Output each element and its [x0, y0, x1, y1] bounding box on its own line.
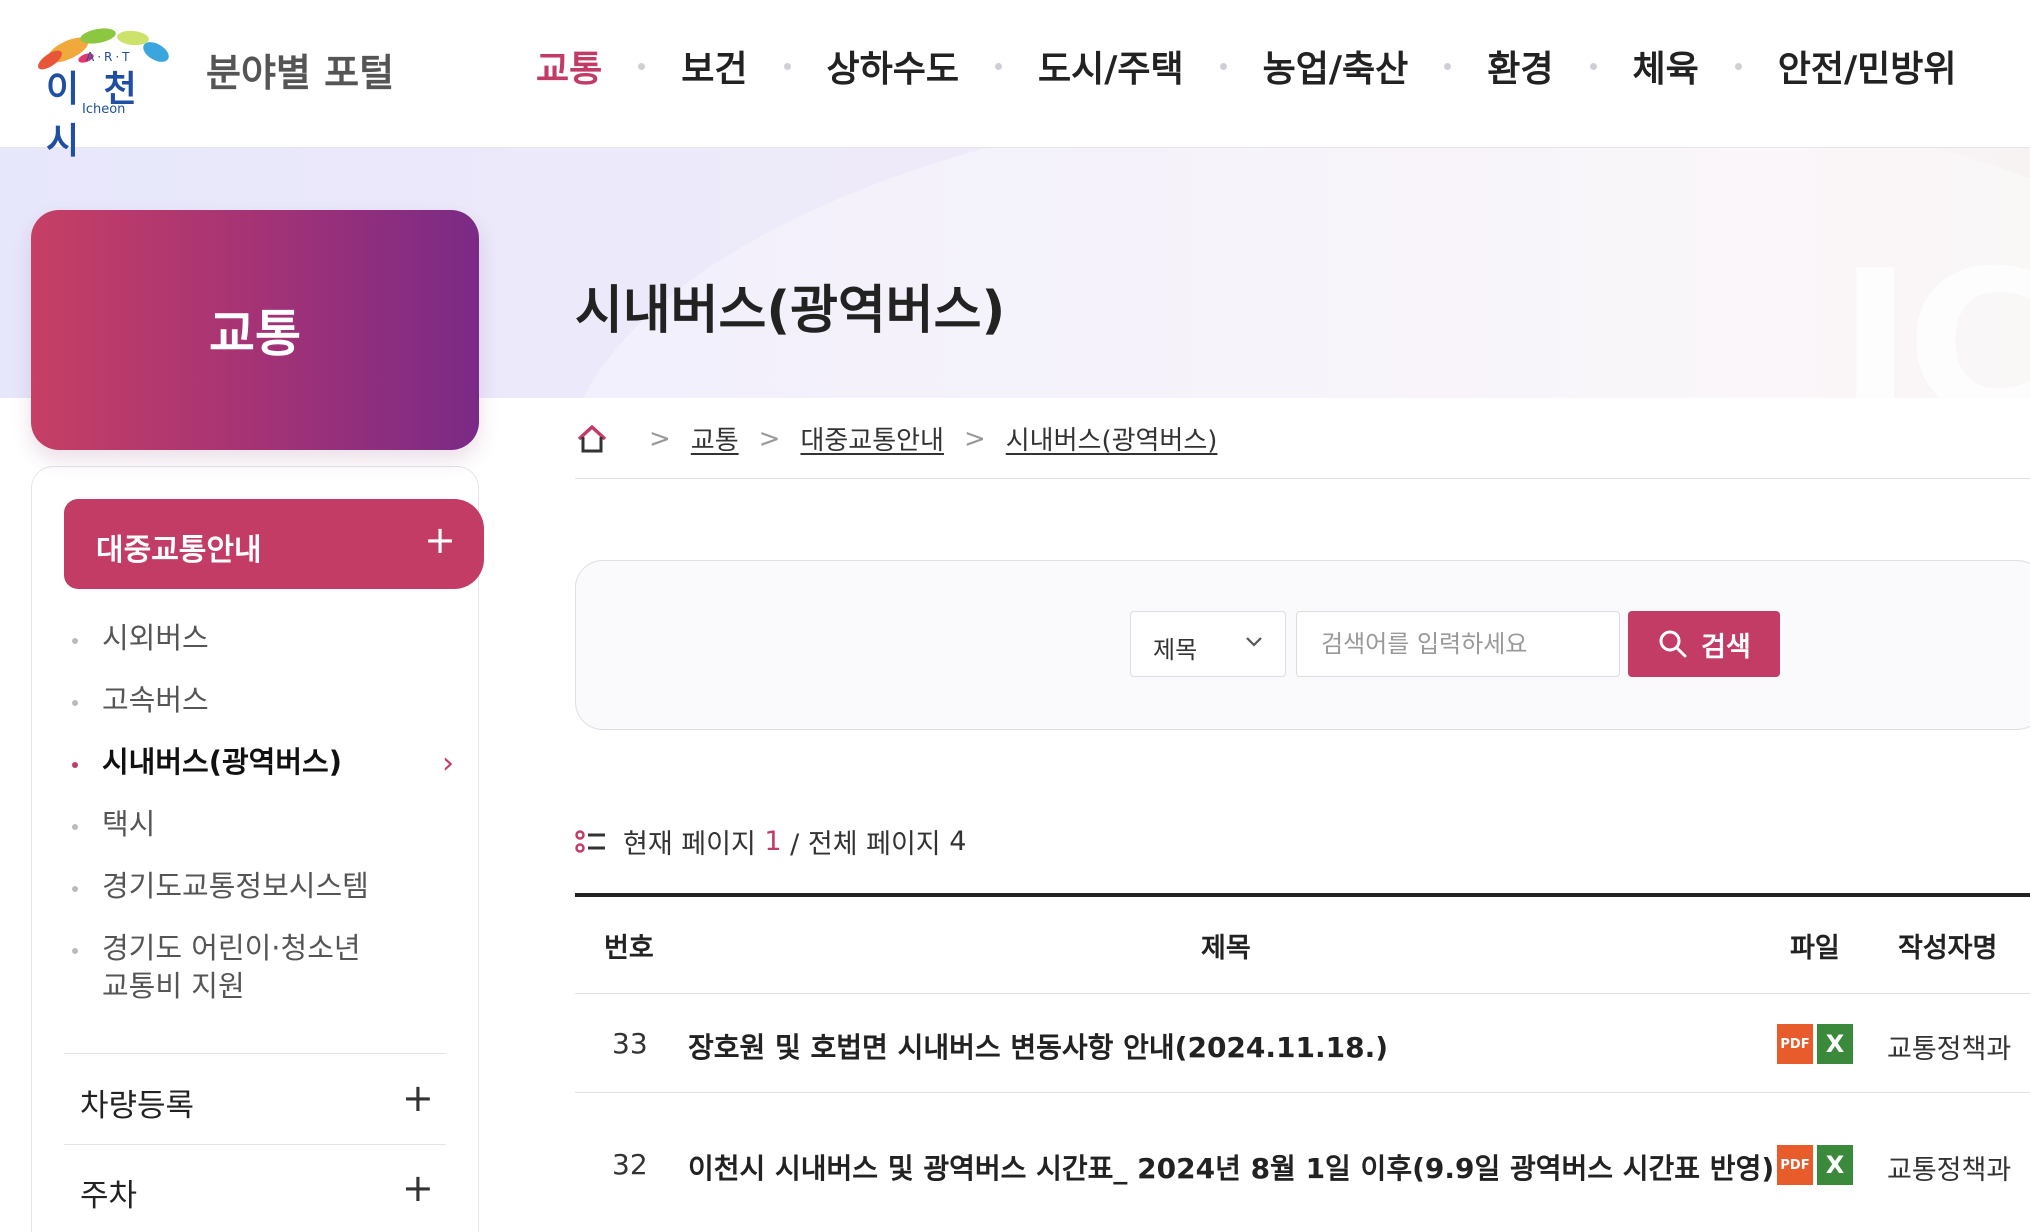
breadcrumb: > 교통 > 대중교통안내 > 시내버스(광역버스)	[575, 420, 1217, 457]
nav-separator	[994, 62, 1002, 70]
column-header-author: 작성자명	[1898, 933, 1998, 964]
nav-separator	[638, 62, 646, 70]
column-header-file: 파일	[1790, 933, 1840, 964]
search-select-value: 제목	[1153, 636, 1198, 664]
icheon-logo[interactable]: A·R·T 이 천 시 Icheon	[28, 18, 188, 162]
search-icon	[1659, 630, 1687, 658]
sidebar-divider	[64, 1053, 446, 1054]
row-title-link[interactable]: 이천시 시내버스 및 광역버스 시간표_ 2024년 8월 1일 이후(9.9일…	[688, 1147, 1774, 1187]
nav-item-traffic[interactable]: 교통	[500, 40, 638, 92]
page-info-middle: / 전체 페이지	[790, 829, 941, 860]
nav-separator	[783, 62, 791, 70]
excel-file-icon[interactable]: X	[1817, 1024, 1853, 1064]
portal-title: 분야별 포털	[206, 51, 395, 95]
nav-separator	[1219, 62, 1227, 70]
nav-separator	[1444, 62, 1452, 70]
sidebar-group-label: 대중교통안내	[96, 533, 262, 568]
nav-item-water[interactable]: 상하수도	[791, 40, 995, 92]
nav-item-sports[interactable]: 체육	[1597, 40, 1735, 92]
nav-item-environment[interactable]: 환경	[1451, 40, 1589, 92]
sidebar-group-public-transport[interactable]: 대중교통안내 +	[64, 499, 484, 589]
sidebar-divider	[64, 1144, 446, 1145]
row-author: 교통정책과	[1887, 1034, 2012, 1065]
list-icon	[575, 829, 605, 853]
plus-icon[interactable]: +	[402, 1166, 434, 1210]
nav-separator	[1734, 62, 1742, 70]
sidebar-submenu: 시외버스 고속버스 시내버스(광역버스) › 택시 경기도교통정보시스템 경기도…	[70, 620, 460, 1026]
sidebar-item-intercity-bus[interactable]: 시외버스	[70, 620, 460, 682]
site-header: A·R·T 이 천 시 Icheon 분야별 포털 교통 보건 상하수도 도시/…	[0, 0, 2030, 162]
row-number: 32	[612, 1148, 648, 1181]
pdf-file-icon[interactable]: PDF	[1777, 1145, 1813, 1185]
excel-file-icon[interactable]: X	[1817, 1145, 1853, 1185]
banner-watermark: IC	[1838, 228, 2030, 398]
plus-icon: +	[424, 518, 456, 562]
breadcrumb-link-public-transport[interactable]: 대중교통안내	[800, 420, 944, 457]
page-title: 시내버스(광역버스)	[575, 281, 1006, 341]
home-icon[interactable]	[575, 422, 609, 456]
main-navigation: 교통 보건 상하수도 도시/주택 농업/축산 환경 체육 안전/민방위	[500, 38, 1957, 94]
sidebar-item-label: 시내버스(광역버스)	[102, 745, 342, 779]
column-header-number: 번호	[604, 933, 654, 964]
current-page-number: 1	[764, 826, 782, 857]
breadcrumb-separator: >	[649, 423, 671, 454]
sidebar-item-city-bus[interactable]: 시내버스(광역버스) ›	[70, 744, 460, 806]
sidebar-group-vehicle-registration[interactable]: 차량등록	[80, 1080, 194, 1125]
breadcrumb-link-traffic[interactable]: 교통	[691, 420, 739, 457]
breadcrumb-divider	[575, 478, 2030, 479]
sidebar-group-parking[interactable]: 주차	[80, 1170, 137, 1215]
column-header-title: 제목	[1201, 933, 1251, 964]
total-page-number: 4	[949, 826, 967, 857]
nav-item-housing[interactable]: 도시/주택	[1002, 40, 1220, 92]
breadcrumb-separator: >	[758, 423, 781, 454]
search-field-select[interactable]: 제목	[1130, 611, 1286, 677]
breadcrumb-separator: >	[963, 423, 986, 454]
search-button-label: 검색	[1701, 631, 1751, 663]
row-file-icons: PDF X	[1777, 1145, 1853, 1185]
logo-english-name: Icheon	[82, 102, 126, 117]
nav-item-safety[interactable]: 안전/민방위	[1742, 40, 1957, 92]
sidebar-item-express-bus[interactable]: 고속버스	[70, 682, 460, 744]
plus-icon[interactable]: +	[402, 1076, 434, 1120]
row-author: 교통정책과	[1887, 1155, 2012, 1186]
page-info: 현재 페이지 1 / 전체 페이지 4	[575, 822, 966, 861]
table-top-border	[575, 893, 2030, 897]
sidebar-item-youth-fare-support[interactable]: 경기도 어린이·청소년 교통비 지원	[70, 930, 390, 1026]
page-info-prefix: 현재 페이지	[623, 829, 756, 860]
chevron-down-icon	[1246, 637, 1262, 647]
search-input[interactable]	[1296, 611, 1620, 677]
sidebar-item-traffic-info-system[interactable]: 경기도교통정보시스템	[70, 868, 460, 930]
pdf-file-icon[interactable]: PDF	[1777, 1024, 1813, 1064]
nav-separator	[1589, 62, 1597, 70]
row-title-link[interactable]: 장호원 및 호법면 시내버스 변동사항 안내(2024.11.18.)	[688, 1026, 1388, 1066]
search-button[interactable]: 검색	[1628, 611, 1780, 677]
row-file-icons: PDF X	[1777, 1024, 1853, 1064]
nav-item-health[interactable]: 보건	[645, 40, 783, 92]
table-row-divider	[575, 1092, 2030, 1093]
nav-item-agriculture[interactable]: 농업/축산	[1227, 40, 1445, 92]
table-row-divider	[575, 993, 2030, 994]
chevron-right-icon: ›	[442, 746, 454, 781]
sidebar-title: 교통	[31, 210, 479, 450]
sidebar-item-taxi[interactable]: 택시	[70, 806, 460, 868]
row-number: 33	[612, 1027, 648, 1060]
breadcrumb-link-city-bus[interactable]: 시내버스(광역버스)	[1006, 420, 1218, 457]
